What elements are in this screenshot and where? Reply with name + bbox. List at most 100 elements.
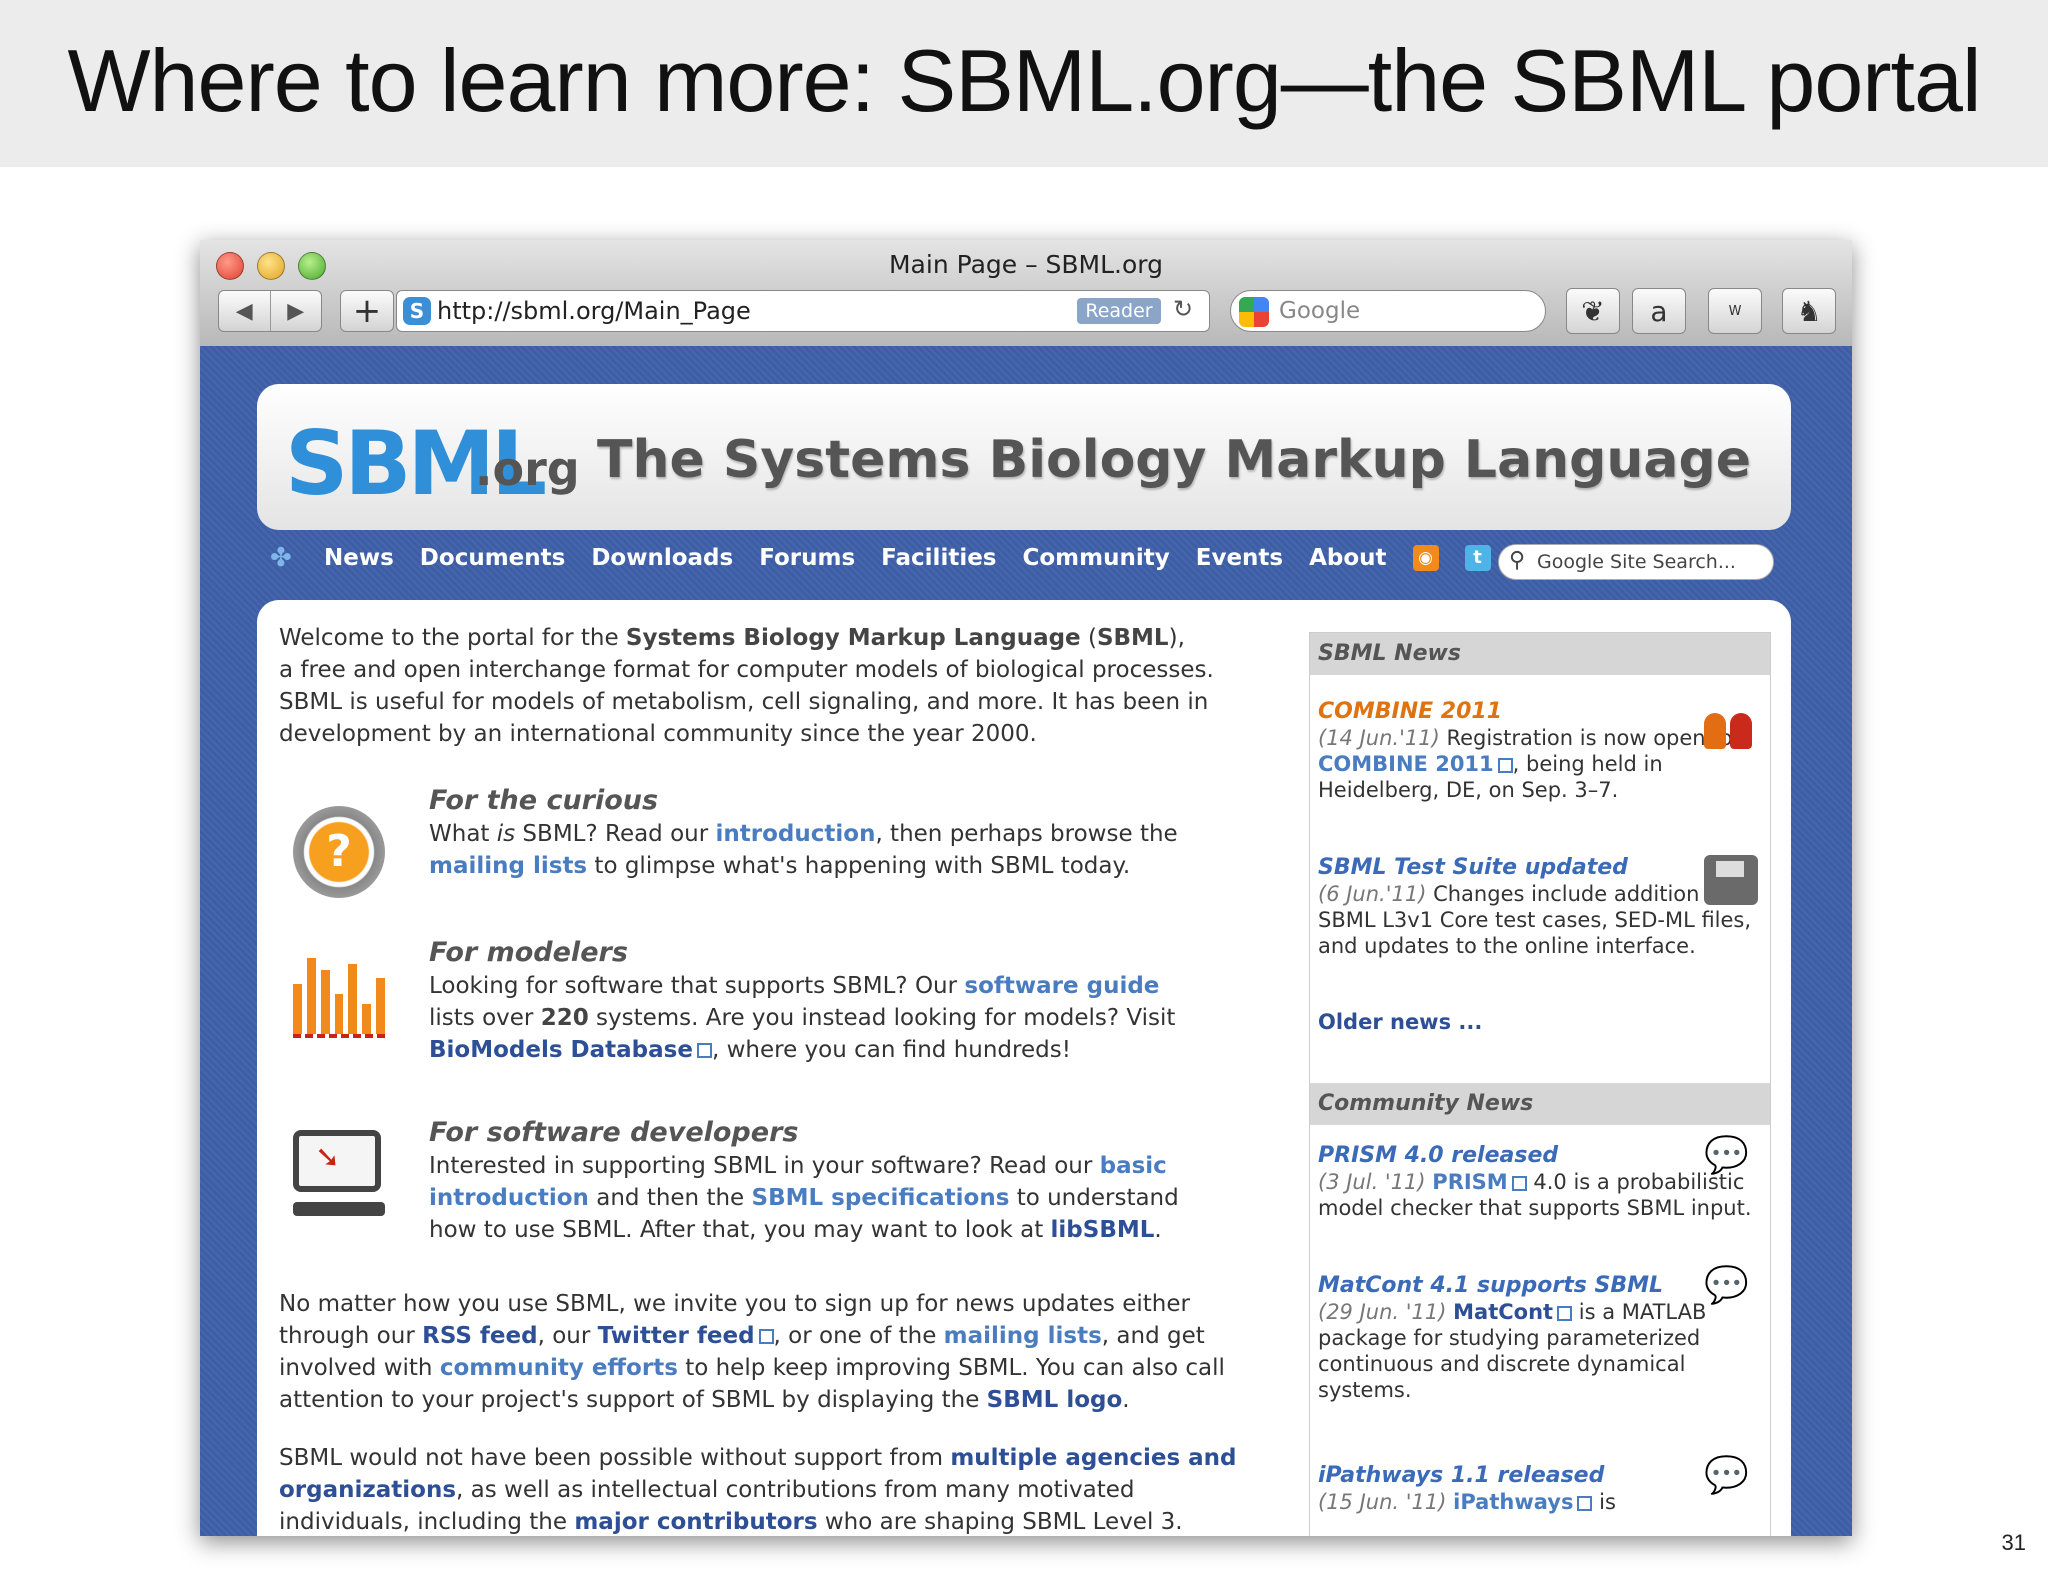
nav-documents[interactable]: Documents — [420, 545, 566, 571]
address-bar[interactable]: S http://sbml.org/Main_Page Reader ↻ — [396, 290, 1210, 332]
speech-bubble-icon: 💬 — [1704, 1455, 1749, 1496]
curious-text: What — [429, 821, 497, 847]
combine-link[interactable]: COMBINE 2011 — [1318, 752, 1494, 776]
biomodels-link[interactable]: BioModels Database — [429, 1037, 693, 1063]
older-news-link[interactable]: Older news ... — [1318, 1010, 1482, 1034]
external-link-icon — [696, 1043, 712, 1058]
community-item-ipathways: 💬 iPathways 1.1 released (15 Jun. '11) i… — [1318, 1455, 1758, 1515]
external-link-icon — [1497, 757, 1513, 773]
software-guide-link[interactable]: software guide — [964, 973, 1159, 999]
curious-text: to glimpse what's happening with SBML to… — [587, 853, 1131, 879]
community-item-prism: 💬 PRISM 4.0 released (3 Jul. '11) PRISM … — [1318, 1138, 1758, 1221]
intro-text: ), — [1168, 625, 1185, 651]
rss-icon[interactable]: ◉ — [1412, 545, 1439, 571]
external-link-icon — [1557, 1305, 1573, 1321]
back-arrow-icon[interactable]: ◀ — [219, 299, 270, 324]
bar-chart-icon — [293, 946, 386, 1038]
news-date: (14 Jun.'11) — [1318, 726, 1440, 750]
intro-bold: Systems Biology Markup Language — [625, 625, 1081, 651]
modelers-heading: For modelers — [429, 937, 628, 968]
prism-link[interactable]: PRISM — [1432, 1170, 1507, 1194]
amazon-icon[interactable]: a — [1632, 288, 1686, 334]
search-icon: ⚲ — [1509, 548, 1526, 573]
external-link-icon — [758, 1329, 774, 1344]
libsbml-link[interactable]: libSBML — [1051, 1217, 1155, 1243]
curious-text: SBML? Read our — [515, 821, 716, 847]
nav-community[interactable]: Community — [1023, 545, 1170, 571]
software-count: 220 — [540, 1005, 589, 1031]
sbml-specifications-link[interactable]: SBML specifications — [752, 1185, 1010, 1211]
agencies-link-cont[interactable]: organizations — [279, 1477, 456, 1503]
twitter-icon[interactable]: t — [1464, 545, 1491, 571]
news-title[interactable]: SBML Test Suite updated — [1318, 855, 1758, 881]
word-icon[interactable]: W — [1708, 288, 1762, 334]
reader-button[interactable]: Reader — [1077, 298, 1161, 324]
major-contributors-link[interactable]: major contributors — [574, 1509, 817, 1535]
browser-search-field[interactable]: Google — [1230, 290, 1546, 332]
news-date: (15 Jun. '11) — [1318, 1490, 1447, 1514]
agencies-link[interactable]: multiple agencies and — [950, 1445, 1236, 1471]
section-modelers: For modelers Looking for software that s… — [279, 936, 1279, 1076]
browser-toolbar: Main Page – SBML.org ◀ ▶ + S http://sbml… — [200, 240, 1852, 347]
basic-introduction-link-cont[interactable]: introduction — [429, 1185, 589, 1211]
nav-forums[interactable]: Forums — [759, 545, 855, 571]
sbml-mark-icon[interactable]: ✤ — [270, 544, 298, 572]
evernote-icon[interactable]: ♞ — [1782, 288, 1836, 334]
search-placeholder: Google — [1279, 298, 1361, 324]
signup-text: through our — [279, 1323, 423, 1349]
news-title[interactable]: COMBINE 2011 — [1318, 699, 1758, 725]
support-text: who are shaping SBML Level 3. — [817, 1509, 1183, 1535]
support-paragraph: SBML would not have been possible withou… — [279, 1442, 1289, 1536]
support-text: individuals, including the — [279, 1509, 575, 1535]
signup-paragraph: No matter how you use SBML, we invite yo… — [279, 1288, 1289, 1416]
news-title[interactable]: iPathways 1.1 released — [1318, 1463, 1758, 1489]
mailing-lists-link[interactable]: mailing lists — [429, 853, 587, 879]
modelers-text: lists over — [429, 1005, 541, 1031]
curious-body: For the curious What is SBML? Read our i… — [429, 784, 1249, 882]
site-search-field[interactable]: ⚲ Google Site Search... — [1498, 544, 1774, 580]
nav-facilities[interactable]: Facilities — [881, 545, 996, 571]
developers-text: how to use SBML. After that, you may wan… — [429, 1217, 1051, 1243]
leaf-icon[interactable]: ❦ — [1566, 288, 1620, 334]
intro-abbr: SBML — [1096, 625, 1169, 651]
sbml-logo-suffix: .org — [475, 442, 580, 496]
plus-icon: + — [352, 291, 382, 331]
older-news-item: Older news ... — [1318, 1009, 1758, 1035]
news-item-test-suite: SBML Test Suite updated (6 Jun.'11) Chan… — [1318, 855, 1758, 959]
add-bookmark-button[interactable]: + — [340, 290, 394, 332]
reload-icon[interactable]: ↻ — [1173, 295, 1193, 323]
basic-introduction-link[interactable]: basic — [1100, 1153, 1167, 1179]
rss-feed-link[interactable]: RSS feed — [422, 1323, 537, 1349]
community-item-matcont: 💬 MatCont 4.1 supports SBML (29 Jun. '11… — [1318, 1265, 1758, 1403]
forward-arrow-icon[interactable]: ▶ — [271, 299, 322, 324]
monitor-icon: ➘ — [293, 1130, 385, 1222]
signup-text: , our — [537, 1323, 598, 1349]
nav-events[interactable]: Events — [1196, 545, 1283, 571]
news-title[interactable]: MatCont 4.1 supports SBML — [1318, 1273, 1758, 1299]
curious-heading: For the curious — [429, 785, 659, 816]
window-title: Main Page – SBML.org — [888, 250, 1163, 279]
sbml-logo-link[interactable]: SBML logo — [987, 1387, 1123, 1413]
signup-text: attention to your project's support of S… — [279, 1387, 987, 1413]
community-efforts-link[interactable]: community efforts — [440, 1355, 678, 1381]
mailing-lists-link[interactable]: mailing lists — [944, 1323, 1102, 1349]
url-text[interactable]: http://sbml.org/Main_Page — [437, 297, 751, 325]
signup-text: involved with — [279, 1355, 440, 1381]
back-forward-buttons: ◀ ▶ — [218, 290, 322, 332]
ipathways-link[interactable]: iPathways — [1453, 1490, 1573, 1514]
curious-text: is — [496, 821, 516, 847]
nav-news[interactable]: News — [324, 545, 394, 571]
intro-text: development by an international communit… — [279, 721, 1037, 747]
support-text: SBML would not have been possible withou… — [279, 1445, 951, 1471]
modelers-text: systems. Are you instead looking for mod… — [588, 1005, 1176, 1031]
news-title[interactable]: PRISM 4.0 released — [1318, 1143, 1758, 1169]
introduction-link[interactable]: introduction — [716, 821, 876, 847]
site-search-placeholder: Google Site Search... — [1537, 551, 1736, 573]
nav-about[interactable]: About — [1309, 545, 1386, 571]
matcont-link[interactable]: MatCont — [1453, 1300, 1553, 1324]
intro-text: ( — [1080, 625, 1097, 651]
speech-bubble-icon: 💬 — [1704, 1265, 1749, 1306]
nav-downloads[interactable]: Downloads — [591, 545, 733, 571]
twitter-feed-link[interactable]: Twitter feed — [598, 1323, 755, 1349]
news-date: (3 Jul. '11) — [1318, 1170, 1426, 1194]
